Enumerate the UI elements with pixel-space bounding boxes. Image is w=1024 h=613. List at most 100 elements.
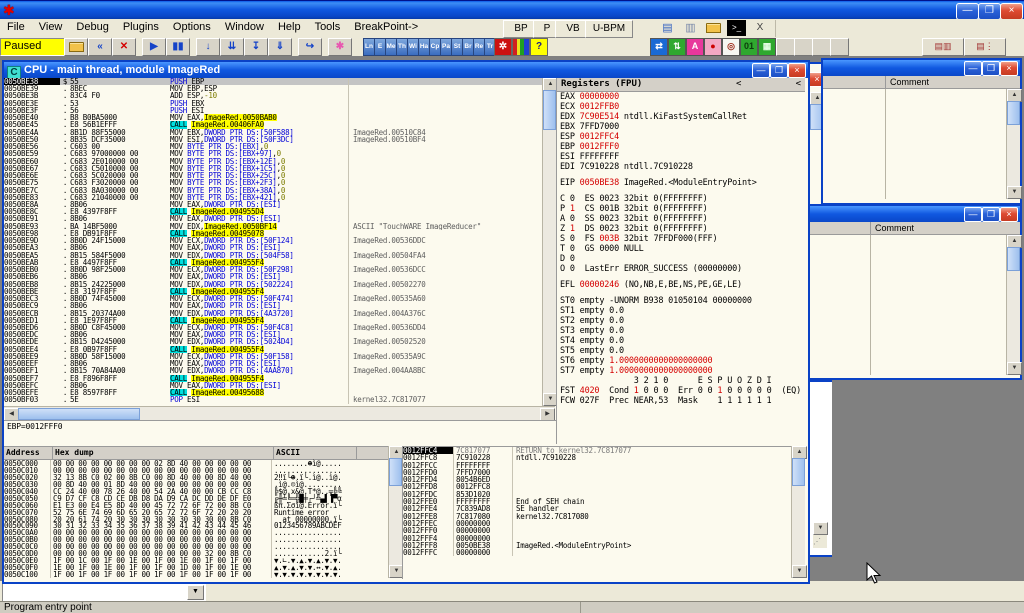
disassembly-pane[interactable]: 0050BE38$55PUSH EBP0050BE39.8BECMOV EBP,… — [4, 78, 542, 406]
comment-middle-body[interactable]: ▲ ▼ — [808, 235, 1020, 375]
stack-scrollbar[interactable]: ▲ ▼ — [791, 446, 805, 578]
help-icon[interactable]: ? — [530, 38, 548, 56]
trace-into-button[interactable]: ↧ — [244, 38, 268, 56]
folder-icon[interactable] — [704, 20, 723, 36]
register-line[interactable]: EBP 0012FFF0 — [557, 142, 805, 152]
register-line[interactable]: EDX 7C90E514 ntdll.KiFastSystemCallRet — [557, 112, 805, 122]
disasm-row[interactable]: 0050BEE4.E8 0B97F8FFCALL ImageRed.004955… — [4, 346, 542, 353]
blank-button[interactable] — [830, 38, 849, 56]
register-line[interactable]: ST7 empty 1.0000000000000000000 — [557, 366, 805, 376]
resize-grip[interactable]: ⋰ — [813, 535, 827, 548]
gear-icon[interactable]: ✲ — [494, 38, 512, 56]
comment-top-maximize-button[interactable]: ❐ — [982, 61, 1000, 76]
register-line[interactable]: C 0 ES 0023 32bit 0(FFFFFFFF) — [557, 194, 805, 204]
register-line[interactable]: FST 4020 Cond 1 0 0 0 Err 0 0 1 0 0 0 0 … — [557, 386, 805, 396]
disasm-row[interactable]: 0050BEDC.8B06MOV EAX,DWORD PTR DS:[ESI] — [4, 331, 542, 338]
toolbar-close-icon[interactable]: X — [752, 21, 768, 35]
disasm-row[interactable]: 0050BE50.8B35 DCF35000MOV ESI,DWORD PTR … — [4, 136, 542, 143]
menu-item-window[interactable]: Window — [218, 19, 271, 38]
register-line[interactable]: EFL 00000246 (NO,NB,E,BE,NS,PE,GE,LE) — [557, 280, 805, 290]
splat-button[interactable]: ✱ — [328, 38, 352, 56]
restart-button[interactable]: « — [88, 38, 112, 56]
disasm-row[interactable]: 0050BEC9.8B06MOV EAX,DWORD PTR DS:[ESI] — [4, 302, 542, 309]
registers-pane[interactable]: Registers (FPU)< < EAX 00000000ECX 0012F… — [556, 78, 805, 444]
disasm-row[interactable]: 0050BE9D.8B0D 24F15000MOV ECX,DWORD PTR … — [4, 237, 542, 244]
register-line[interactable]: Z 1 DS 0023 32bit 0(FFFFFFFF) — [557, 224, 805, 234]
swap-icon[interactable]: ⇄ — [650, 38, 668, 56]
window-titlebar[interactable]: ✱ — ❐ × — [0, 0, 1024, 20]
disasm-row[interactable]: 0050BEBE.E8 3197F8FFCALL ImageRed.004955… — [4, 288, 542, 295]
disasm-row[interactable]: 0050BE91.8B06MOV EAX,DWORD PTR DS:[ESI] — [4, 215, 542, 222]
register-line[interactable]: ST1 empty 0.0 — [557, 306, 805, 316]
trace-over-button[interactable]: ⇓ — [268, 38, 292, 56]
disasm-row[interactable]: 0050BE98.E8 DB91F8FFCALL ImageRed.004950… — [4, 230, 542, 237]
console-icon[interactable]: >_ — [727, 20, 746, 36]
disasm-row[interactable]: 0050BEC3.8B0D 74F45000MOV ECX,DWORD PTR … — [4, 295, 542, 302]
dump-pane[interactable]: AddressHex dumpASCII 0050C00000 00 00 00… — [4, 446, 388, 579]
run-button[interactable]: ▶ — [142, 38, 166, 56]
register-line[interactable]: S 0 FS 003B 32bit 7FFDF000(FFF) — [557, 234, 805, 244]
disasm-row[interactable]: 0050BE4A.8B1D 88F55000MOV EBX,DWORD PTR … — [4, 129, 542, 136]
register-line[interactable]: P 1 CS 001B 32bit 0(FFFFFFFF) — [557, 204, 805, 214]
menu-item-breakpoint[interactable]: BreakPoint-> — [347, 19, 425, 38]
step-into-button[interactable]: ↓ — [196, 38, 220, 56]
rainbow-icon[interactable] — [512, 38, 530, 56]
disasm-row[interactable]: 0050BE8A.8B06MOV EAX,DWORD PTR DS:[ESI] — [4, 201, 542, 208]
register-line[interactable]: EBX 7FFD7000 — [557, 122, 805, 132]
disasm-row[interactable]: 0050BE3F.56PUSH ESI — [4, 107, 542, 114]
execute-till-return-button[interactable]: ↪ — [298, 38, 322, 56]
stack-pane[interactable]: 0012FFC47C817077RETURN to kernel32.7C817… — [402, 446, 792, 579]
disasm-hscrollbar[interactable]: ◀ ▶ — [4, 406, 555, 420]
disasm-row[interactable]: 0050BE56.C603 00MOV BYTE PTR DS:[EBX],0 — [4, 143, 542, 150]
register-line[interactable]: A 0 SS 0023 32bit 0(FFFFFFFF) — [557, 214, 805, 224]
info-pane[interactable]: EBP=0012FFF0 — [4, 420, 558, 446]
disasm-row[interactable]: 0050BE40.B8 B0BA5000MOV EAX,ImageRed.005… — [4, 114, 542, 121]
disasm-row[interactable]: 0050BEEF.8B06MOV EAX,DWORD PTR DS:[ESI] — [4, 360, 542, 367]
comment-top-header[interactable]: Comment — [823, 76, 1020, 89]
stack-row[interactable]: 0012FFFC00000000 — [403, 549, 792, 556]
menu-item-debug[interactable]: Debug — [69, 19, 115, 38]
step-over-button[interactable]: ⇊ — [220, 38, 244, 56]
register-line[interactable]: ECX 0012FFB0 — [557, 102, 805, 112]
disasm-row[interactable]: 0050BE67.C683 C5010000 00MOV BYTE PTR DS… — [4, 165, 542, 172]
menu-item-help[interactable]: Help — [271, 19, 308, 38]
disasm-row[interactable]: 0050BED1.E8 1E97F8FFCALL ImageRed.004955… — [4, 317, 542, 324]
comment-top-close-button[interactable]: × — [1000, 61, 1018, 76]
disasm-row[interactable]: 0050BED6.8B0D C8F45000MOV ECX,DWORD PTR … — [4, 324, 542, 331]
register-line[interactable]: ST6 empty 1.0000000000000000000 — [557, 356, 805, 366]
spiral-icon[interactable]: ◎ — [722, 38, 740, 56]
minimize-button[interactable]: — — [956, 3, 979, 20]
comment-window-middle-titlebar[interactable]: — ❐ × — [808, 206, 1020, 222]
updown-icon[interactable]: ⇅ — [668, 38, 686, 56]
cpu-close-button[interactable]: × — [788, 63, 806, 78]
disasm-row[interactable]: 0050BF03.5EPOP ESIkernel32.7C817077 — [4, 396, 542, 403]
disasm-row[interactable]: 0050BE45.E8 56B1EFFFCALL ImageRed.00406F… — [4, 121, 542, 128]
close-button[interactable]: × — [1000, 3, 1023, 20]
disasm-row[interactable]: 0050BE93.BA 14BF5000MOV EDX,ImageRed.005… — [4, 223, 542, 230]
registers-header[interactable]: Registers (FPU)< < — [557, 78, 805, 92]
close-program-button[interactable]: ✕ — [112, 38, 136, 56]
binary-icon[interactable]: 01 — [740, 38, 758, 56]
register-line[interactable]: ST4 empty 0.0 — [557, 336, 805, 346]
menu-item-plugins[interactable]: Plugins — [116, 19, 166, 38]
menu-item-tools[interactable]: Tools — [308, 19, 348, 38]
disasm-row[interactable]: 0050BE8C.E8 4397F8FFCALL ImageRed.004955… — [4, 208, 542, 215]
disasm-row[interactable]: 0050BEA5.8B15 584F5000MOV EDX,DWORD PTR … — [4, 252, 542, 259]
blank-button[interactable] — [794, 38, 813, 56]
disasm-row[interactable]: 0050BE3E.53PUSH EBX — [4, 100, 542, 107]
comment-middle-scrollbar[interactable]: ▲ ▼ — [1006, 235, 1020, 375]
menu-item-options[interactable]: Options — [166, 19, 218, 38]
source-icon[interactable]: ▥ — [681, 20, 700, 36]
comment-middle-close-button[interactable]: × — [1000, 207, 1018, 222]
register-line[interactable]: ST5 empty 0.0 — [557, 346, 805, 356]
command-combobox[interactable]: ▼ — [2, 583, 206, 602]
disasm-row[interactable]: 0050BE83.C683 21040000 00MOV BYTE PTR DS… — [4, 194, 542, 201]
disasm-row[interactable]: 0050BE39.8BECMOV EBP,ESP — [4, 85, 542, 92]
disasm-row[interactable]: 0050BE3B.83C4 F0ADD ESP,-10 — [4, 92, 542, 99]
disasm-row[interactable]: 0050BEFE.E8 8597F8FFCALL ImageRed.004956… — [4, 389, 542, 396]
layout-b-button[interactable]: ▤⋮ — [964, 38, 1006, 56]
register-line[interactable]: ST0 empty -UNORM B938 01050104 00000000 — [557, 296, 805, 306]
register-line[interactable]: O 0 LastErr ERROR_SUCCESS (00000000) — [557, 264, 805, 274]
disasm-row[interactable]: 0050BEDE.8B15 D4245000MOV EDX,DWORD PTR … — [4, 338, 542, 345]
disasm-row[interactable]: 0050BEAB.E8 4497F8FFCALL ImageRed.004955… — [4, 259, 542, 266]
